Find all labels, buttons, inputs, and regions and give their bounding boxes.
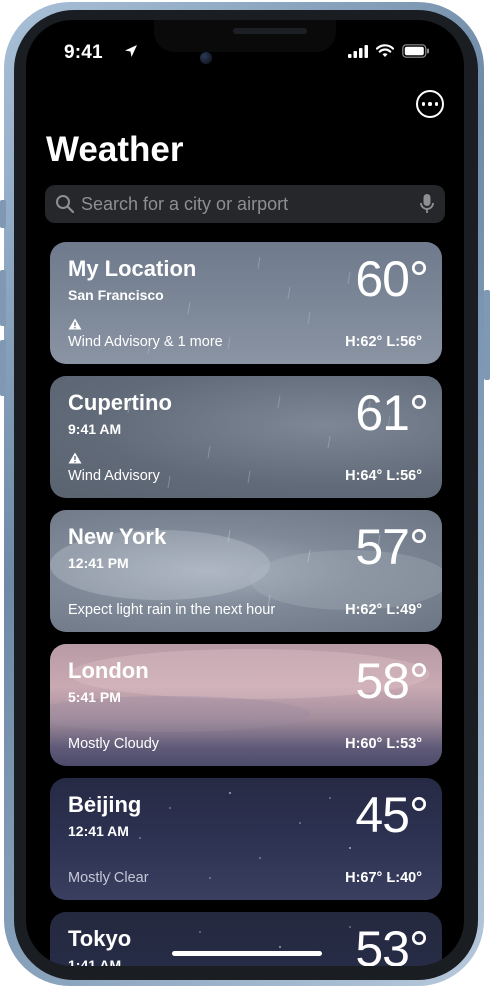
high-low-temperature: H:62° L:49°	[345, 602, 422, 618]
location-arrow-icon	[125, 45, 137, 57]
current-temperature: 57°	[355, 519, 429, 575]
side-power-button	[484, 290, 490, 380]
volume-up-button	[0, 270, 6, 326]
location-card-tokyo[interactable]: Tokyo 1:41 AM 53°	[50, 912, 442, 966]
iphone-device: 9:41 Weather Search for a city or airpor…	[0, 0, 490, 990]
search-placeholder: Search for a city or airport	[81, 193, 289, 214]
city-name: New York	[68, 524, 167, 549]
earpiece-speaker	[233, 28, 307, 34]
search-field[interactable]: Search for a city or airport	[45, 185, 445, 223]
warning-icon	[68, 318, 82, 330]
front-camera	[200, 52, 212, 64]
location-card-cupertino[interactable]: Cupertino 9:41 AM 61° Wind Advisory H:64…	[50, 376, 442, 498]
weather-condition: Expect light rain in the next hour	[68, 602, 276, 618]
volume-down-button	[0, 340, 6, 396]
status-time: 9:41	[64, 42, 103, 63]
city-subtitle: 5:41 PM	[68, 689, 121, 705]
city-name: Cupertino	[68, 390, 172, 415]
mute-switch	[0, 200, 6, 228]
current-temperature: 60°	[355, 251, 429, 307]
city-subtitle: San Francisco	[68, 287, 164, 303]
ellipsis-circle-icon	[421, 102, 426, 106]
status-icons	[348, 44, 430, 58]
city-subtitle: 12:41 PM	[68, 555, 129, 571]
city-name: My Location	[68, 256, 197, 281]
location-card-new-york[interactable]: New York 12:41 PM 57° Expect light rain …	[50, 510, 442, 632]
wifi-icon	[376, 44, 394, 57]
high-low-temperature: H:67° L:40°	[345, 870, 422, 886]
city-subtitle: 12:41 AM	[68, 823, 129, 839]
notch	[154, 20, 336, 52]
ellipsis-dot	[434, 102, 439, 106]
search-icon	[56, 195, 75, 214]
location-card-london[interactable]: London 5:41 PM 58° Mostly Cloudy H:60° L…	[50, 644, 442, 766]
city-subtitle: 1:41 AM	[68, 957, 122, 966]
page-title: Weather	[46, 130, 184, 169]
city-name: Beijing	[68, 792, 142, 817]
current-temperature: 58°	[355, 653, 429, 709]
location-card-my-location[interactable]: My Location San Francisco 60° Wind Advis…	[50, 242, 442, 364]
more-options-button[interactable]	[416, 90, 444, 118]
current-temperature: 61°	[355, 385, 429, 441]
ellipsis-dot	[428, 102, 432, 106]
current-temperature: 45°	[355, 787, 429, 843]
weather-condition: Wind Advisory	[68, 468, 160, 484]
microphone-icon[interactable]	[419, 193, 435, 215]
weather-condition: Mostly Clear	[68, 870, 149, 886]
battery-icon	[402, 44, 429, 58]
high-low-temperature: H:60° L:53°	[345, 736, 422, 752]
cellular-signal-icon	[348, 44, 368, 58]
city-name: Tokyo	[68, 926, 132, 951]
city-subtitle: 9:41 AM	[68, 421, 122, 437]
city-name: London	[68, 658, 149, 683]
location-card-beijing[interactable]: Beijing 12:41 AM 45° Mostly Clear H:67° …	[50, 778, 442, 900]
current-temperature: 53°	[355, 921, 429, 966]
weather-condition: Wind Advisory & 1 more	[68, 334, 223, 350]
high-low-temperature: H:64° L:56°	[345, 468, 422, 484]
high-low-temperature: H:62° L:56°	[345, 334, 422, 350]
warning-icon	[68, 452, 82, 464]
weather-condition: Mostly Cloudy	[68, 736, 160, 752]
home-indicator[interactable]	[172, 951, 322, 956]
screen: 9:41 Weather Search for a city or airpor…	[26, 20, 464, 966]
